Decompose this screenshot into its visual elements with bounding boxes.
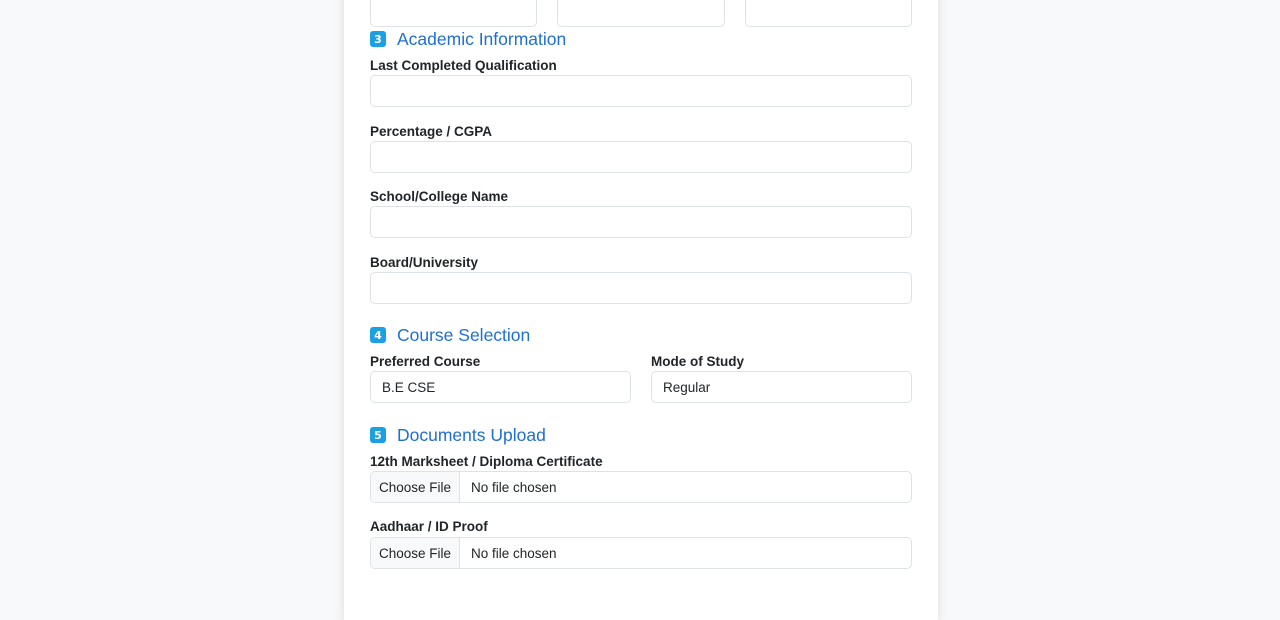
file-status-text: No file chosen bbox=[471, 479, 557, 495]
section-title-academic: 3 Academic Information bbox=[370, 28, 566, 50]
last-qualification-label: Last Completed Qualification bbox=[370, 58, 557, 73]
preferred-course-label: Preferred Course bbox=[370, 354, 481, 369]
preferred-course-input[interactable]: B.E CSE bbox=[370, 371, 631, 403]
previous-section-input-1[interactable] bbox=[370, 0, 537, 27]
section-title-documents: 5 Documents Upload bbox=[370, 424, 546, 446]
board-university-label: Board/University bbox=[370, 255, 479, 270]
keycap-digit-icon: 5 bbox=[370, 427, 386, 443]
file-status-text: No file chosen bbox=[471, 545, 557, 561]
choose-file-button[interactable]: Choose File bbox=[371, 472, 460, 502]
marksheet-upload-label: 12th Marksheet / Diploma Certificate bbox=[370, 454, 603, 469]
school-college-name-label: School/College Name bbox=[370, 189, 509, 204]
previous-section-input-3[interactable] bbox=[745, 0, 912, 27]
section-title-documents-text: Documents Upload bbox=[397, 424, 546, 445]
last-qualification-input[interactable] bbox=[370, 75, 912, 107]
choose-file-button[interactable]: Choose File bbox=[371, 538, 460, 568]
keycap-digit-icon: 3 bbox=[370, 31, 386, 47]
percentage-cgpa-input[interactable] bbox=[370, 141, 912, 173]
id-proof-file-input[interactable]: Choose File No file chosen bbox=[370, 537, 912, 569]
id-proof-upload-label: Aadhaar / ID Proof bbox=[370, 519, 488, 534]
mode-of-study-input[interactable]: Regular bbox=[651, 371, 912, 403]
keycap-digit-icon: 4 bbox=[370, 327, 386, 343]
section-title-academic-text: Academic Information bbox=[397, 28, 567, 49]
school-college-name-input[interactable] bbox=[370, 206, 912, 238]
mode-of-study-label: Mode of Study bbox=[651, 354, 744, 369]
previous-section-input-2[interactable] bbox=[557, 0, 725, 27]
percentage-cgpa-label: Percentage / CGPA bbox=[370, 124, 493, 139]
board-university-input[interactable] bbox=[370, 272, 912, 304]
marksheet-file-input[interactable]: Choose File No file chosen bbox=[370, 471, 912, 503]
section-title-course: 4 Course Selection bbox=[370, 324, 530, 346]
section-title-course-text: Course Selection bbox=[397, 324, 531, 345]
